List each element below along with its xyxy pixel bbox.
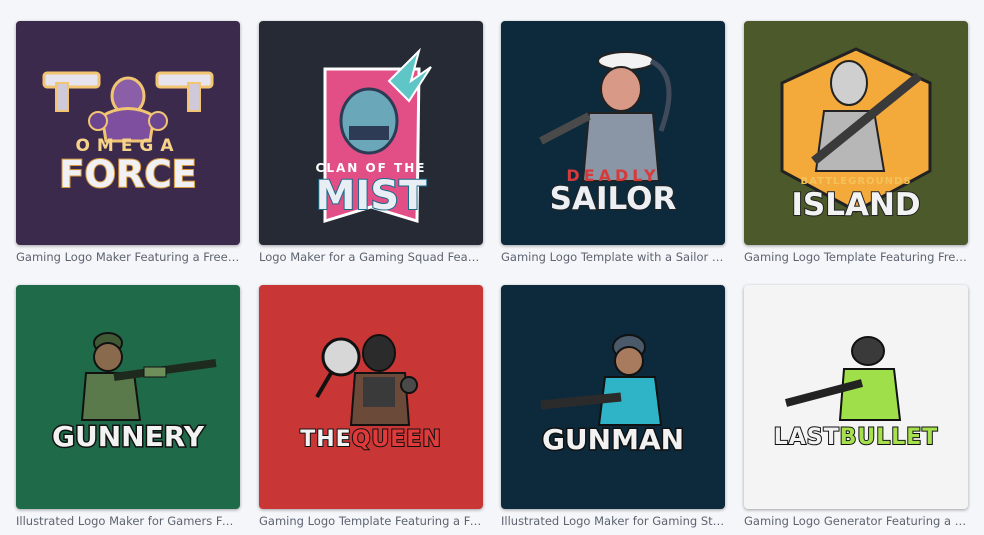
logo-title: MIST (315, 172, 428, 220)
template-card[interactable]: LASTBULLET Gaming Logo Generator Featuri… (744, 285, 968, 528)
the-queen-mascot-image (315, 334, 418, 426)
template-thumbnail[interactable]: THEQUEEN (259, 285, 483, 509)
logo-title: GUNMAN (540, 422, 685, 458)
logo-title-part-2: BULLET (839, 424, 939, 451)
template-card[interactable]: THEQUEEN Gaming Logo Template Featuring … (259, 285, 483, 528)
template-card[interactable]: DEADLY SAILOR Gaming Logo Template with … (501, 21, 725, 264)
template-card[interactable]: GUNNERY Illustrated Logo Maker for Gamer… (16, 285, 240, 528)
logo-title: SAILOR (549, 180, 678, 218)
template-card[interactable]: OMEGA FORCE Gaming Logo Maker Featuring … (16, 21, 240, 264)
template-caption[interactable]: Illustrated Logo Maker for Gaming Strea… (501, 514, 725, 528)
logo-title: LASTBULLET (744, 424, 968, 451)
template-thumbnail[interactable]: GUNNERY (16, 285, 240, 509)
template-thumbnail[interactable]: CLAN OF THE MIST (259, 21, 483, 245)
omega-force-mascot-image (42, 71, 214, 143)
template-card[interactable]: GUNMAN Illustrated Logo Maker for Gaming… (501, 285, 725, 528)
logo-title-part-2: QUEEN (351, 426, 442, 453)
logo-title: FORCE (58, 152, 198, 197)
template-caption[interactable]: Logo Maker for a Gaming Squad Featurin… (259, 250, 483, 264)
template-caption[interactable]: Gaming Logo Template Featuring a Fema… (259, 514, 483, 528)
template-thumbnail[interactable]: OMEGA FORCE (16, 21, 240, 245)
template-thumbnail[interactable]: GUNMAN (501, 285, 725, 509)
logo-title-part-1: THE (299, 426, 352, 453)
template-thumbnail[interactable]: BATTLEGROUNDS ISLAND (744, 21, 968, 245)
template-caption[interactable]: Gaming Logo Maker Featuring a Free Fire… (16, 250, 240, 264)
template-caption[interactable]: Gaming Logo Template with a Sailor Wo… (501, 250, 725, 264)
logo-title-part-1: LAST (773, 424, 840, 451)
template-card[interactable]: CLAN OF THE MIST Logo Maker for a Gaming… (259, 21, 483, 264)
logo-title: GUNNERY (50, 419, 205, 455)
template-caption[interactable]: Illustrated Logo Maker for Gamers Featur… (16, 514, 240, 528)
gunnery-soldier-mascot-image (80, 332, 217, 421)
logo-title: THEQUEEN (259, 426, 483, 453)
template-thumbnail[interactable]: DEADLY SAILOR (501, 21, 725, 245)
gunman-soldier-mascot-image (540, 334, 663, 426)
template-thumbnail[interactable]: LASTBULLET (744, 285, 968, 509)
template-grid: OMEGA FORCE Gaming Logo Maker Featuring … (0, 0, 984, 535)
template-card[interactable]: BATTLEGROUNDS ISLAND Gaming Logo Templat… (744, 21, 968, 264)
template-caption[interactable]: Gaming Logo Generator Featuring a Spec… (744, 514, 968, 528)
logo-subtitle: BATTLEGROUNDS (800, 176, 912, 187)
template-caption[interactable]: Gaming Logo Template Featuring Free Fir… (744, 250, 968, 264)
logo-title: ISLAND (790, 186, 921, 224)
last-bullet-mascot-image (784, 336, 902, 421)
